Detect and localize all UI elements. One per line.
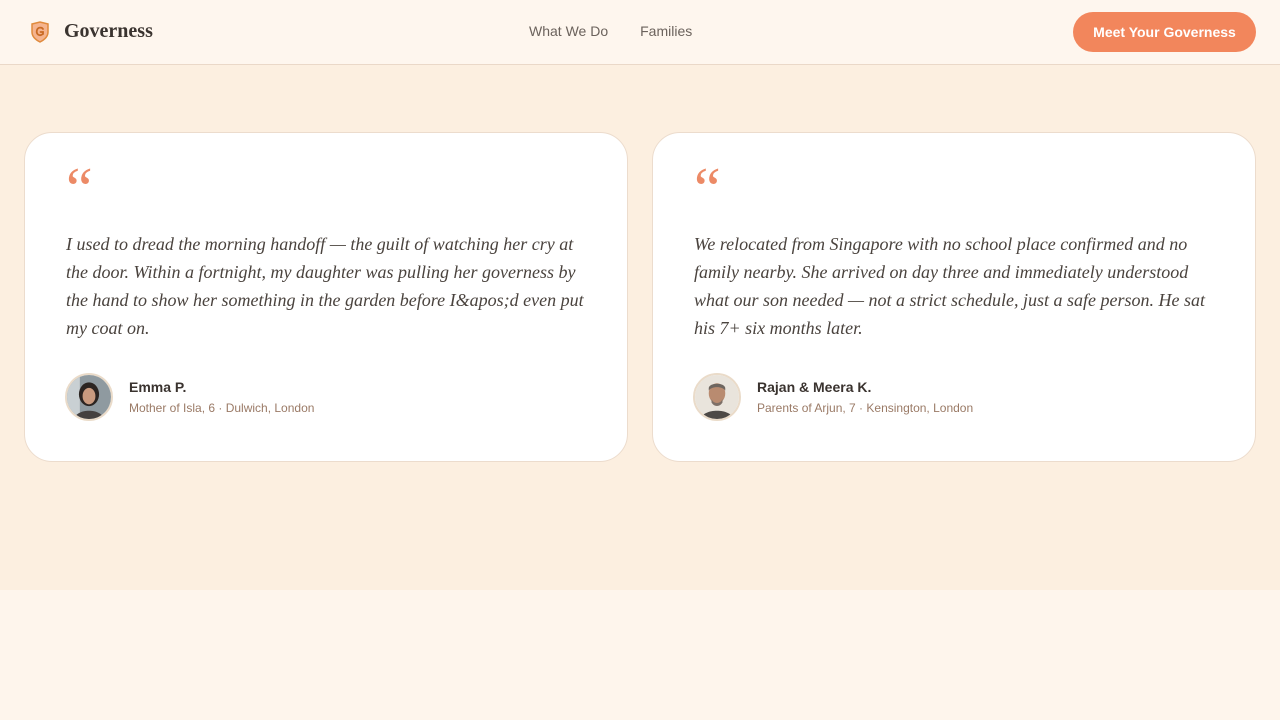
shield-g-logo-icon (31, 20, 49, 43)
author-meta: Mother of Isla, 6 · Dulwich, London (129, 401, 315, 415)
testimonial-author: Emma P. Mother of Isla, 6 · Dulwich, Lon… (65, 373, 314, 421)
page: “ I used to dread the morning handoff — … (0, 0, 1280, 720)
avatar (65, 373, 113, 421)
brand[interactable]: Governess (30, 20, 153, 43)
testimonial-author: Rajan & Meera K. Parents of Arjun, 7 · K… (693, 373, 973, 421)
meet-your-governess-button[interactable]: Meet Your Governess (1073, 12, 1256, 52)
testimonial-card: “ I used to dread the morning handoff — … (24, 132, 628, 462)
nav-link-families[interactable]: Families (640, 23, 692, 39)
avatar (693, 373, 741, 421)
testimonial-quote: We relocated from Singapore with no scho… (694, 234, 1205, 338)
testimonial-quote: I used to dread the morning handoff — th… (66, 234, 584, 338)
testimonial-card: “ We relocated from Singapore with no sc… (652, 132, 1256, 462)
author-name: Emma P. (129, 379, 187, 395)
testimonials-section: “ I used to dread the morning handoff — … (0, 0, 1280, 590)
main-nav: What We Do Families (529, 23, 692, 39)
author-name: Rajan & Meera K. (757, 379, 872, 395)
brand-name: Governess (64, 20, 153, 42)
next-section (0, 590, 1280, 720)
quote-mark-icon: “ (694, 156, 721, 222)
author-meta: Parents of Arjun, 7 · Kensington, London (757, 401, 974, 415)
navbar: Governess What We Do Families Meet Your … (0, 0, 1280, 65)
nav-link-what-we-do[interactable]: What We Do (529, 23, 608, 39)
quote-mark-icon: “ (66, 156, 93, 222)
